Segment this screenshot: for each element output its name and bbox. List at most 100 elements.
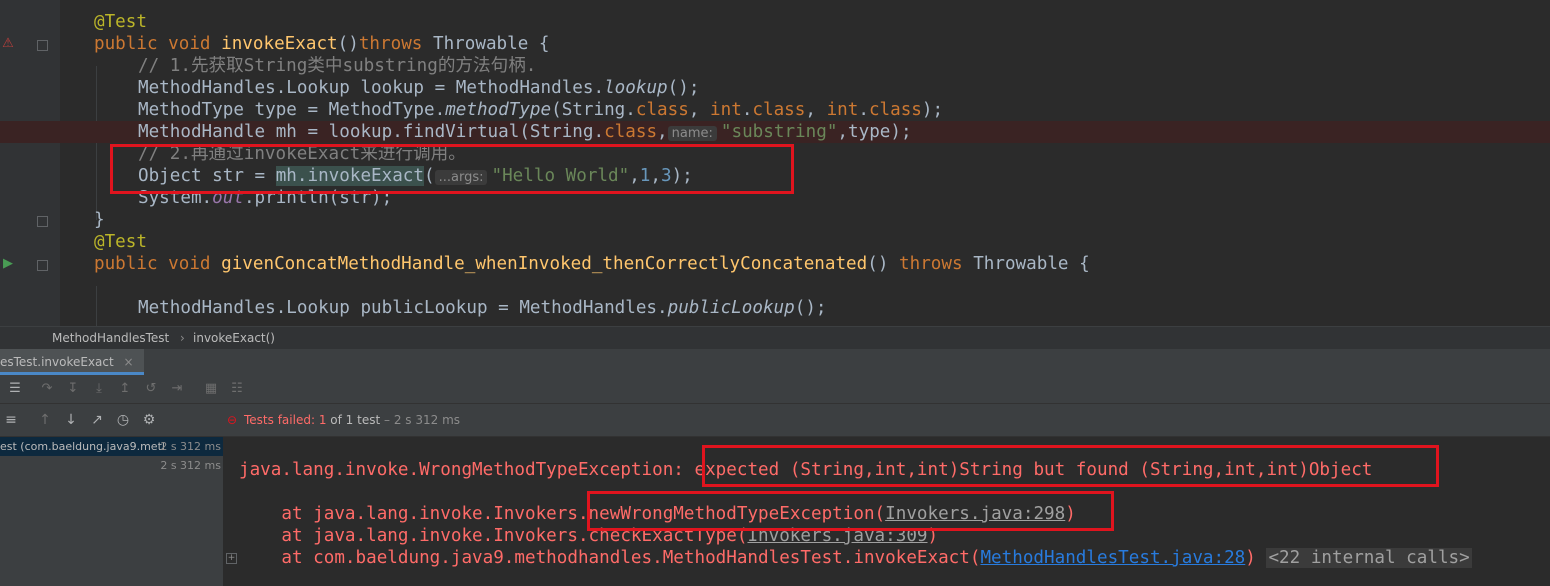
test-tree-item-duration: 2 s 312 ms xyxy=(160,459,221,472)
code-token: . xyxy=(858,100,869,120)
test-tree-pane: ≡ ↑ ↓ ↗ ◷ ⚙ est (com.baeldung.java9.metl… xyxy=(0,404,224,586)
status-failed-label: Tests failed: xyxy=(244,413,315,427)
code-token: int xyxy=(710,100,742,120)
code-token: @Test xyxy=(94,232,147,252)
status-dash: – xyxy=(384,413,390,427)
run-to-cursor-icon[interactable]: ⇥ xyxy=(166,375,188,403)
code-token: MethodHandles.Lookup publicLookup = Meth… xyxy=(138,298,668,318)
gear-icon[interactable]: ⚙ xyxy=(138,404,160,436)
code-line[interactable]: MethodHandles.Lookup lookup = MethodHand… xyxy=(0,77,1550,99)
sort-icon[interactable]: ≡ xyxy=(0,404,22,436)
code-line[interactable]: @Test xyxy=(0,231,1550,253)
exception-name: java.lang.invoke.WrongMethodTypeExceptio… xyxy=(239,460,684,480)
code-comment: // 1.先获取String类中substring的方法句柄. xyxy=(138,56,537,76)
code-token: MethodHandles.Lookup lookup = MethodHand… xyxy=(138,78,605,98)
parameter-hint: name: xyxy=(667,126,717,141)
code-token: MethodHandle mh = lookup.findVirtual(Str… xyxy=(138,122,605,142)
code-token: () xyxy=(337,34,359,54)
code-line[interactable]: public void givenConcatMethodHandle_when… xyxy=(0,253,1550,275)
breadcrumb-method[interactable]: invokeExact() xyxy=(193,327,275,349)
annotation-box xyxy=(702,445,1439,487)
close-icon[interactable]: × xyxy=(124,355,134,369)
code-token: , xyxy=(805,100,827,120)
expand-icon[interactable]: + xyxy=(226,553,237,564)
code-editor[interactable]: ⚠ ▶ @Test public void invokeExact()throw… xyxy=(0,0,1550,326)
code-token: MethodType type = MethodType. xyxy=(138,100,446,120)
export-icon[interactable]: ↗ xyxy=(86,404,108,436)
code-line[interactable]: public void invokeExact()throws Throwabl… xyxy=(0,33,1550,55)
force-step-into-icon[interactable]: ⤓ xyxy=(88,375,110,403)
code-token: class xyxy=(604,122,658,142)
run-tab-bar: esTest.invokeExact × xyxy=(0,349,1550,376)
run-toolbar: ☰ ↷ ↧ ⤓ ↥ ↺ ⇥ ▦ ☷ xyxy=(0,375,1550,404)
code-token: } xyxy=(94,210,105,230)
arrow-down-icon[interactable]: ↓ xyxy=(60,404,82,436)
code-token: ,type); xyxy=(837,122,912,142)
code-token: invokeExact xyxy=(221,34,338,54)
code-token: () xyxy=(867,254,900,274)
step-into-icon[interactable]: ↧ xyxy=(62,375,84,403)
test-status-bar: ⊖ Tests failed: 1 of 1 test – 2 s 312 ms xyxy=(223,404,1550,437)
breadcrumb-separator: › xyxy=(180,331,185,345)
code-token: (); xyxy=(667,78,700,98)
annotation-box xyxy=(110,144,794,194)
breadcrumb-class[interactable]: MethodHandlesTest xyxy=(52,327,169,349)
trace-prefix: at java.lang.invoke.Invokers xyxy=(239,504,578,524)
code-token: @Test xyxy=(94,12,147,32)
console-line: at com.baeldung.java9.methodhandles.Meth… xyxy=(239,547,1472,569)
trace-suffix: ) xyxy=(1245,548,1256,568)
test-tree-item-label: est (com.baeldung.java9.metl xyxy=(0,440,165,453)
code-line[interactable] xyxy=(0,275,1550,297)
code-token: public void xyxy=(94,254,222,274)
code-token: int xyxy=(826,100,859,120)
code-line[interactable]: } xyxy=(0,209,1550,231)
history-icon[interactable]: ◷ xyxy=(112,404,134,436)
step-out-icon[interactable]: ↥ xyxy=(114,375,136,403)
trace-link[interactable]: MethodHandlesTest.java:28 xyxy=(980,548,1245,568)
test-failed-icon: ⊖ xyxy=(227,413,238,427)
code-token: public void xyxy=(94,34,222,54)
code-token: lookup xyxy=(604,78,668,98)
status-failed-count: 1 xyxy=(318,413,327,427)
code-token: class xyxy=(635,100,689,120)
code-token: class xyxy=(752,100,806,120)
internal-calls-fold[interactable]: <22 internal calls> xyxy=(1266,548,1472,568)
code-token: givenConcatMethodHandle_whenInvoked_then… xyxy=(221,254,868,274)
code-string: "substring" xyxy=(720,122,838,142)
breadcrumb: MethodHandlesTest › invokeExact() xyxy=(0,326,1550,349)
code-token: throws xyxy=(899,254,974,274)
test-tree-item[interactable]: est (com.baeldung.java9.metl 2 s 312 ms xyxy=(0,437,223,456)
code-token: class xyxy=(868,100,922,120)
code-token: publicLookup xyxy=(667,298,795,318)
code-line-breakpoint[interactable]: MethodHandle mh = lookup.findVirtual(Str… xyxy=(0,121,1550,143)
code-token: Throwable { xyxy=(973,254,1090,274)
arrow-up-icon[interactable]: ↑ xyxy=(34,404,56,436)
test-tree-toolbar: ≡ ↑ ↓ ↗ ◷ ⚙ xyxy=(0,404,223,437)
code-line[interactable]: MethodType type = MethodType.methodType(… xyxy=(0,99,1550,121)
drop-frame-icon[interactable]: ↺ xyxy=(140,375,162,403)
tab-label: esTest.invokeExact xyxy=(0,355,114,369)
code-token: Throwable { xyxy=(432,34,550,54)
status-of-text: of 1 test xyxy=(330,413,381,427)
code-token: (String. xyxy=(551,100,636,120)
menu-icon[interactable]: ☰ xyxy=(4,375,26,403)
annotation-box xyxy=(587,491,1114,531)
code-token: methodType xyxy=(445,100,552,120)
code-token: throws xyxy=(358,34,433,54)
settings-list-icon[interactable]: ☷ xyxy=(226,375,248,403)
code-token: (); xyxy=(794,298,827,318)
status-duration: 2 s 312 ms xyxy=(393,413,461,427)
code-line[interactable]: MethodHandles.Lookup publicLookup = Meth… xyxy=(0,297,1550,319)
trace-prefix: at com.baeldung.java9.methodhandles.Meth… xyxy=(239,548,981,568)
step-over-icon[interactable]: ↷ xyxy=(36,375,58,403)
code-token: , xyxy=(688,100,711,120)
code-line[interactable]: @Test xyxy=(0,11,1550,33)
evaluate-icon[interactable]: ▦ xyxy=(200,375,222,403)
test-tree-item[interactable]: 2 s 312 ms xyxy=(0,456,223,475)
code-token: . xyxy=(741,100,753,120)
test-tree-item-duration: 2 s 312 ms xyxy=(160,440,221,453)
code-line[interactable]: // 1.先获取String类中substring的方法句柄. xyxy=(0,55,1550,77)
code-token: , xyxy=(657,122,668,142)
code-token: ); xyxy=(921,100,944,120)
tab-run-configuration[interactable]: esTest.invokeExact × xyxy=(0,349,144,375)
